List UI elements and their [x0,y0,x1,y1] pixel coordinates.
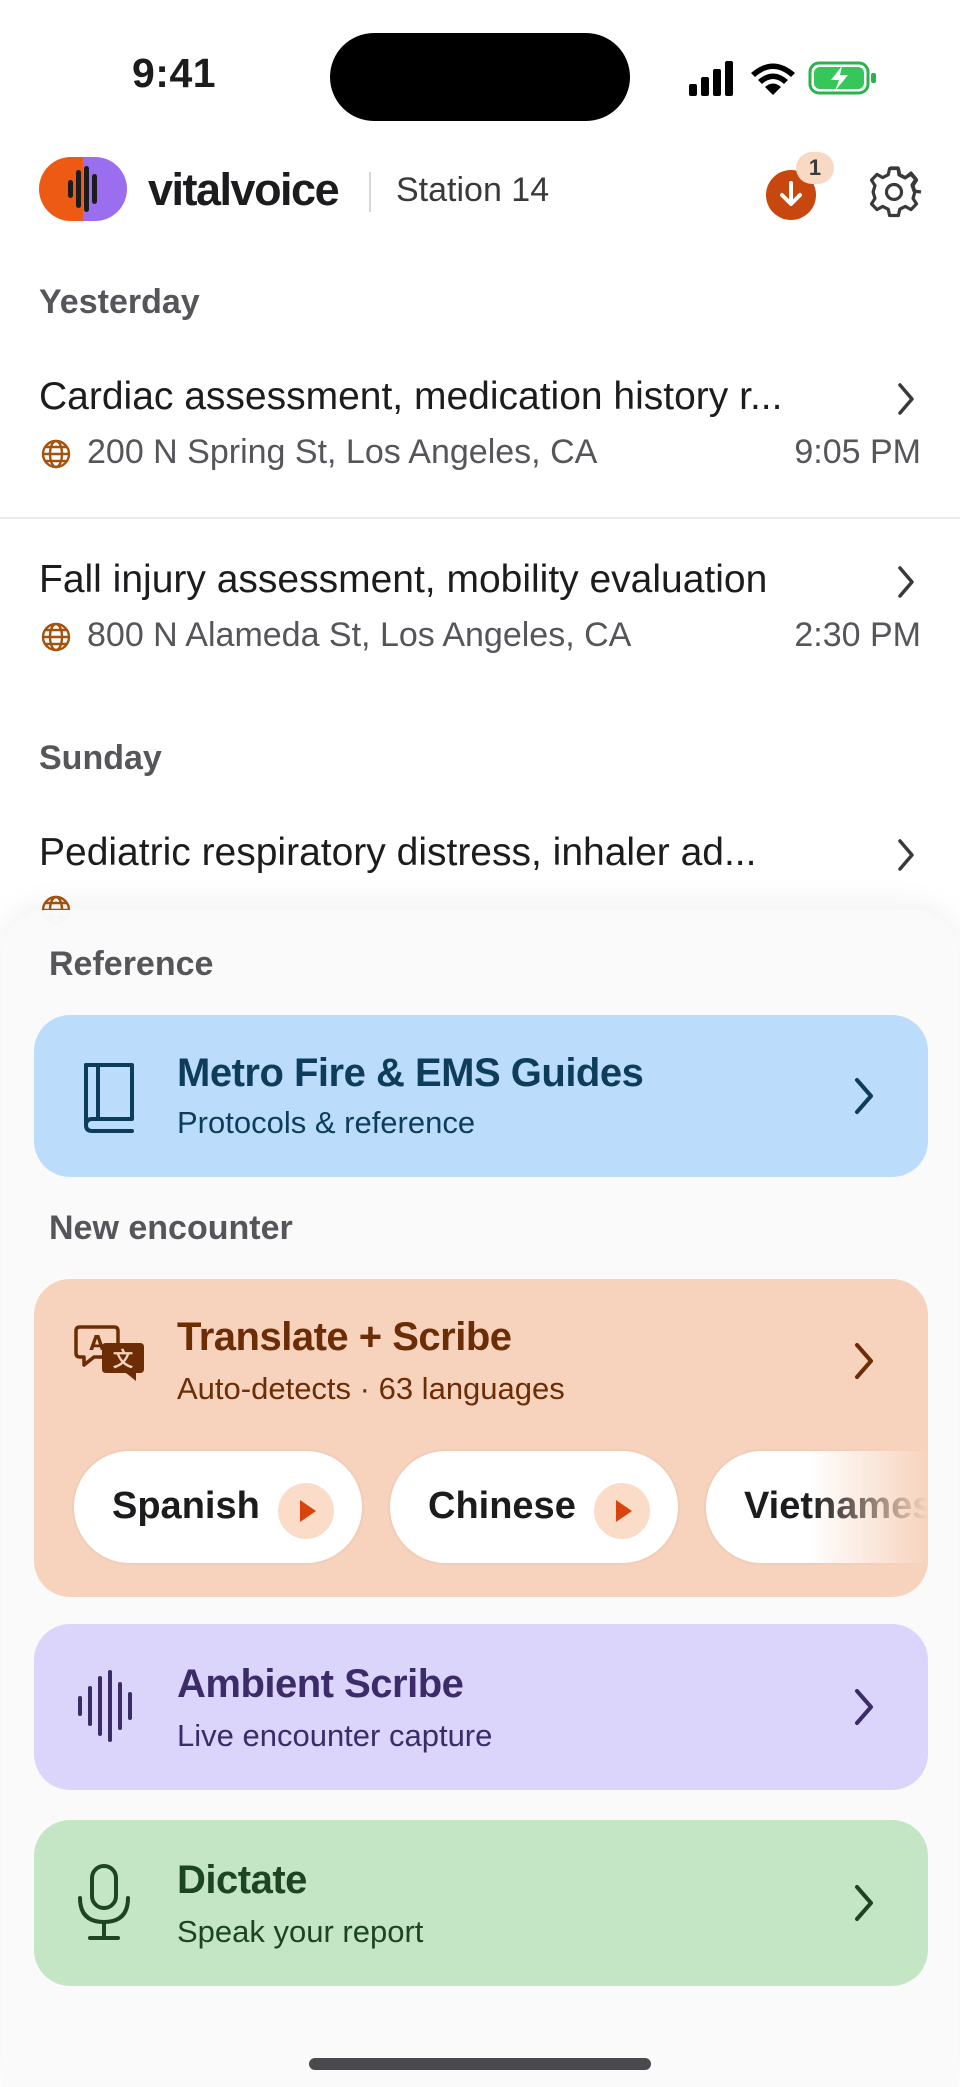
chevron-right-icon [855,1343,873,1379]
section-label-reference: Reference [49,945,214,983]
section-label-yesterday: Yesterday [39,283,200,321]
language-name: Chinese [428,1485,576,1527]
microphone-icon [78,1864,130,1940]
encounter-row[interactable]: Cardiac assessment, medication history r… [0,375,960,535]
play-icon[interactable] [594,1483,650,1539]
play-icon[interactable] [278,1483,334,1539]
vitalvoice-logo-icon [39,157,127,221]
app-header: vitalvoice Station 14 1 [0,150,960,250]
battery-charging-icon [808,61,876,95]
encounter-address: 200 N Spring St, Los Angeles, CA [87,433,598,471]
language-chip-spanish[interactable]: Spanish [72,1449,364,1565]
encounter-title: Pediatric respiratory distress, inhaler … [39,831,757,874]
wifi-icon [751,63,795,95]
home-indicator[interactable] [309,2058,651,2070]
status-bar: 9:41 [0,0,960,150]
row-divider [0,517,960,519]
card-title: Metro Fire & EMS Guides [177,1051,644,1095]
translate-scribe-card[interactable]: A 文 Translate + Scribe Auto-detects · 63… [34,1279,928,1597]
globe-icon [41,439,71,469]
encounter-time: 2:30 PM [794,616,921,654]
gear-icon[interactable] [866,164,922,220]
dictate-card[interactable]: Dictate Speak your report [34,1820,928,1986]
waveform-icon [78,1670,132,1742]
language-name: Spanish [112,1485,260,1527]
section-label-new-encounter: New encounter [49,1209,293,1247]
globe-icon [41,622,71,652]
new-encounter-sheet: Reference Metro Fire & EMS Guides Protoc… [2,910,958,2087]
encounter-row[interactable]: Fall injury assessment, mobility evaluat… [0,558,960,718]
reference-guides-card[interactable]: Metro Fire & EMS Guides Protocols & refe… [34,1015,928,1177]
book-icon [84,1063,134,1133]
status-time: 9:41 [132,50,217,96]
card-subtitle: Protocols & reference [177,1105,476,1140]
card-title: Ambient Scribe [177,1662,464,1706]
card-subtitle: Speak your report [177,1914,424,1949]
card-subtitle: Live encounter capture [177,1718,493,1753]
card-title: Translate + Scribe [177,1315,512,1359]
chevron-right-icon [855,1689,873,1725]
chevron-right-icon [855,1885,873,1921]
translate-icon: A 文 [74,1325,144,1381]
encounter-time: 9:05 PM [794,433,921,471]
section-label-sunday: Sunday [39,739,162,777]
station-name[interactable]: Station 14 [396,171,549,210]
chevron-right-icon [898,383,914,415]
scroll-fade [808,1447,928,1567]
encounter-address: 800 N Alameda St, Los Angeles, CA [87,616,632,654]
download-badge: 1 [796,152,834,184]
language-quick-picks[interactable]: Spanish Chinese Vietnamese [72,1447,928,1567]
encounter-title: Cardiac assessment, medication history r… [39,375,783,418]
status-icons [689,61,876,96]
chevron-right-icon [855,1078,873,1114]
encounter-title: Fall injury assessment, mobility evaluat… [39,558,768,601]
dynamic-island [330,33,630,121]
card-subtitle: Auto-detects · 63 languages [177,1371,565,1406]
chevron-right-icon [898,839,914,871]
header-divider [369,172,371,212]
svg-text:文: 文 [113,1347,134,1371]
card-title: Dictate [177,1858,307,1902]
chevron-right-icon [898,566,914,598]
language-chip-chinese[interactable]: Chinese [388,1449,680,1565]
cellular-signal-icon [689,61,733,96]
ambient-scribe-card[interactable]: Ambient Scribe Live encounter capture [34,1624,928,1790]
brand-name: vitalvoice [148,164,340,215]
